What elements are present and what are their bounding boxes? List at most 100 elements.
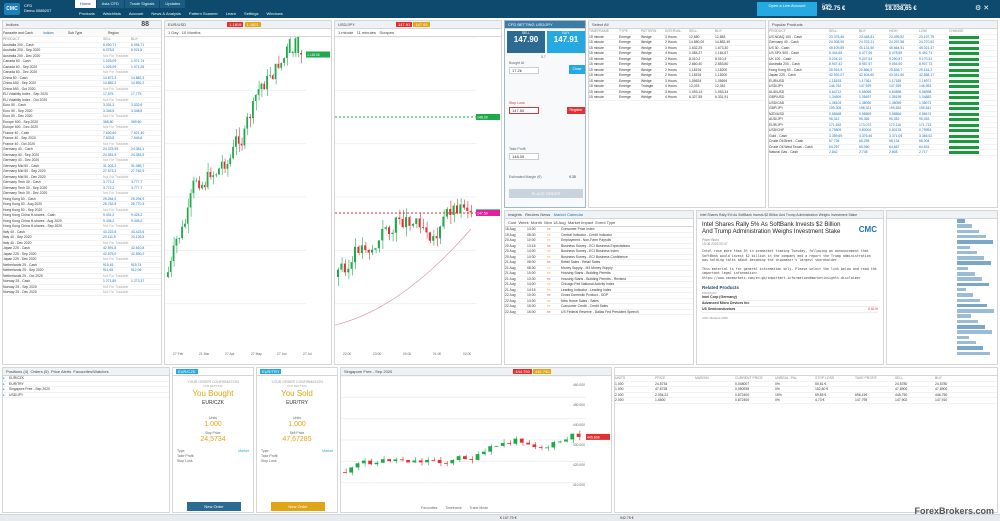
- buy-price[interactable]: 1.273,37: [131, 279, 159, 284]
- buy-price[interactable]: 3.777,7: [131, 180, 159, 185]
- sell-price[interactable]: 42.591,8: [103, 246, 131, 251]
- popular-row[interactable]: Natural Gas - Cash 2,842 2,748 2,808 2,717: [769, 150, 997, 156]
- sell-price[interactable]: 25.762,5: [103, 202, 131, 207]
- confirm2-symbol-tag[interactable]: EUR/TRY: [260, 369, 282, 374]
- buy-price[interactable]: 20.126,5: [131, 235, 159, 240]
- sell-price[interactable]: Not For Tradable: [103, 125, 131, 130]
- buy-price[interactable]: [131, 54, 159, 59]
- sell-price[interactable]: 3.772,2: [103, 180, 131, 185]
- sell-tile[interactable]: SELL 147.90: [507, 31, 545, 53]
- account-info[interactable]: CFD Demo 0085207: [24, 3, 51, 13]
- sell-price[interactable]: 25.284,9: [103, 197, 131, 202]
- calendar-row[interactable]: 22 Aug 16:00 ▪▪▪ US Federal Reserve - Dalla…: [505, 310, 693, 315]
- buy-price[interactable]: [131, 114, 159, 119]
- take-profit-input[interactable]: 148.09: [509, 153, 539, 160]
- menu-windows[interactable]: Windows: [267, 11, 283, 16]
- buy-price[interactable]: [131, 98, 159, 103]
- sell-price[interactable]: Not For Tradable: [103, 257, 131, 262]
- buy-price[interactable]: 6.021,5: [131, 48, 159, 53]
- chart-eurusd-symbol[interactable]: EUR/USD: [168, 22, 186, 27]
- buy-price[interactable]: [131, 257, 159, 262]
- buy-price[interactable]: [131, 290, 159, 295]
- timeframe-scrapes[interactable]: Scrapes: [379, 30, 394, 35]
- sell-price[interactable]: 20.111,5: [103, 235, 131, 240]
- filter-region[interactable]: Region: [108, 29, 148, 36]
- buy-price[interactable]: 1.071,74: [131, 59, 159, 64]
- register-button[interactable]: Register: [567, 107, 585, 114]
- chart-usdjpy-sell[interactable]: 147.91: [395, 22, 413, 27]
- tab-orders[interactable]: Orders (5): [30, 369, 48, 374]
- buy-price[interactable]: 25.294,9: [131, 197, 159, 202]
- tab-trade-signals[interactable]: Trade Signals: [124, 0, 160, 8]
- news-link[interactable]: https://www.cmcmarkets.com/en-gb/importa…: [697, 276, 883, 281]
- confirm1-new-order-button[interactable]: New Order: [187, 502, 241, 511]
- filter-market-impact[interactable]: Market Impact: [568, 220, 593, 225]
- sell-price[interactable]: 6.090,71: [103, 43, 131, 48]
- buy-price[interactable]: 912,06: [131, 268, 159, 273]
- sell-price[interactable]: 9.436,2: [103, 219, 131, 224]
- buy-price[interactable]: 24.353,9: [131, 153, 159, 158]
- sell-price[interactable]: 17,575: [103, 92, 131, 97]
- bottom-tab-favourites[interactable]: Favourites: [421, 506, 437, 510]
- buy-price[interactable]: 915,74: [131, 263, 159, 268]
- buy-price[interactable]: 7.646,6: [131, 136, 159, 141]
- timeframe-1-minute[interactable]: 1 minute: [338, 30, 353, 35]
- buy-price[interactable]: 3.777,7: [131, 186, 159, 191]
- menu-news[interactable]: News & Analysis: [151, 11, 181, 16]
- sell-price[interactable]: Not For Tradable: [103, 158, 131, 163]
- watchlist-row[interactable]: Norway 25 - Dec 2020 Not For Tradable: [3, 290, 161, 296]
- position-detail-row[interactable]: 2.000 1,6500 0,872400 0% 4,73 € 147,795 147,90…: [615, 398, 997, 404]
- buy-price[interactable]: 6.094,71: [131, 43, 159, 48]
- buy-price[interactable]: 42.610,8: [131, 246, 159, 251]
- chart-usdjpy-buy[interactable]: 147.93: [413, 22, 430, 27]
- sell-price[interactable]: Not For Tradable: [103, 54, 131, 59]
- timeframe-11-minutes[interactable]: 11 minutes: [357, 30, 376, 35]
- sell-price[interactable]: 3.331,2: [103, 103, 131, 108]
- sell-price[interactable]: Not For Tradable: [103, 114, 131, 119]
- buy-price[interactable]: [131, 125, 159, 130]
- buy-price[interactable]: 14.892,2: [131, 81, 159, 86]
- sell-price[interactable]: Not For Tradable: [103, 142, 131, 147]
- sell-price[interactable]: 42.575,0: [103, 252, 131, 257]
- confirm2-new-order-button[interactable]: New Order: [271, 502, 325, 511]
- tab-price-alerts[interactable]: Price Alerts: [51, 369, 71, 374]
- signal-row[interactable]: 15 minute Emerge Wedge 4 Hours 6.327,55 6.331…: [589, 95, 765, 101]
- buy-price[interactable]: 9.445,2: [131, 219, 159, 224]
- sell-price[interactable]: 14.872,3: [103, 76, 131, 81]
- buy-price[interactable]: [131, 274, 159, 279]
- tab-home[interactable]: Home: [75, 0, 96, 8]
- buy-price[interactable]: 369,60: [131, 120, 159, 125]
- sell-price[interactable]: 31.003,2: [103, 164, 131, 169]
- filter-week[interactable]: Week: [518, 220, 528, 225]
- tab-favourites[interactable]: Favourites/Watches: [73, 369, 108, 374]
- sell-price[interactable]: Not For Tradable: [103, 208, 131, 213]
- tab-insights[interactable]: Insights: [508, 212, 522, 217]
- filter-indices[interactable]: Indices: [43, 29, 68, 36]
- tab-reuters-news[interactable]: Reuters News: [525, 212, 550, 217]
- sell-price[interactable]: Not For Tradable: [103, 285, 131, 290]
- tab-asia-cfd[interactable]: Asia CFD: [96, 0, 124, 8]
- sell-price[interactable]: Not For Tradable: [103, 191, 131, 196]
- sell-price[interactable]: 911,65: [103, 268, 131, 273]
- sell-price[interactable]: 14.882,2: [103, 81, 131, 86]
- buy-price[interactable]: [131, 70, 159, 75]
- place-order-button[interactable]: PLACE ORDER: [509, 189, 583, 198]
- buy-price[interactable]: [131, 285, 159, 290]
- buy-price[interactable]: 43.423,6: [131, 230, 159, 235]
- sell-price[interactable]: 24.378,93: [103, 147, 131, 152]
- chart-singapore-symbol[interactable]: Singapore Free - Sep 2020: [344, 369, 392, 374]
- buy-price[interactable]: [131, 191, 159, 196]
- buy-tile[interactable]: BUY 147.91: [547, 31, 585, 53]
- confirm1-symbol-tag[interactable]: EUR/CZK: [176, 369, 198, 374]
- sell-price[interactable]: 1.271,89: [103, 279, 131, 284]
- menu-learn[interactable]: Learn: [226, 11, 236, 16]
- menu-pattern-scanner[interactable]: Pattern Scanner: [189, 11, 218, 16]
- sell-price[interactable]: Not For Tradable: [103, 224, 131, 229]
- buy-price[interactable]: 42.590,0: [131, 252, 159, 257]
- buy-price[interactable]: 17,775: [131, 92, 159, 97]
- position-row[interactable]: ▸ USD/JPY: [3, 393, 169, 398]
- timeframe-1-day[interactable]: 1 Day: [168, 30, 178, 35]
- sell-price[interactable]: 7.633,8: [103, 136, 131, 141]
- sell-price[interactable]: 1.025,09: [103, 59, 131, 64]
- sell-price[interactable]: 1.025,09: [103, 65, 131, 70]
